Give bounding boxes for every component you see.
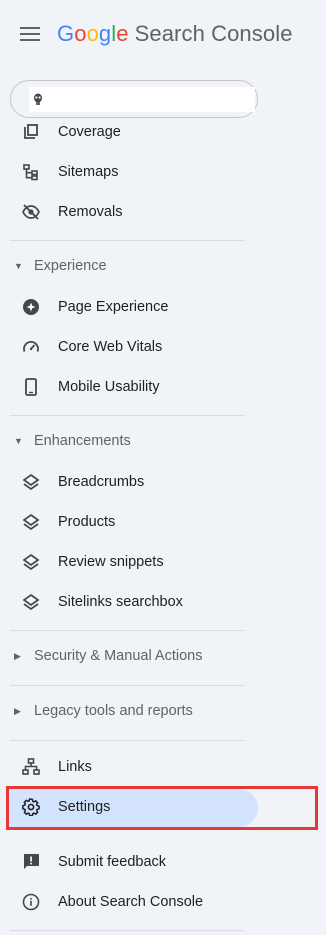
smartphone-icon xyxy=(22,378,40,396)
nav-item-products[interactable]: Products xyxy=(0,502,326,542)
nav-item-label: Coverage xyxy=(58,124,121,140)
app-logo[interactable]: Google Search Console xyxy=(57,21,293,47)
property-name-field xyxy=(29,87,255,112)
section-label: Security & Manual Actions xyxy=(34,648,203,664)
section-label: Enhancements xyxy=(34,433,131,449)
nav-divider xyxy=(10,240,245,241)
nav-item-about[interactable]: About Search Console xyxy=(0,882,326,922)
nav-divider xyxy=(10,930,245,931)
nav-item-breadcrumbs[interactable]: Breadcrumbs xyxy=(0,462,326,502)
nav-item-links[interactable]: Links xyxy=(0,747,326,787)
nav-item-core-web-vitals[interactable]: Core Web Vitals xyxy=(0,327,326,367)
nav-item-label: Settings xyxy=(58,799,111,815)
nav-item-settings[interactable]: Settings xyxy=(0,787,326,827)
nav-item-page-experience[interactable]: Page Experience xyxy=(0,287,326,327)
layers-icon xyxy=(22,593,40,611)
layers-icon xyxy=(22,553,40,571)
nav-item-label: Breadcrumbs xyxy=(58,474,145,490)
sitemaps-icon xyxy=(22,163,40,181)
section-label: Experience xyxy=(34,258,107,274)
info-icon xyxy=(22,893,40,911)
section-experience[interactable]: ▼ Experience xyxy=(0,249,326,285)
nav-item-label: About Search Console xyxy=(58,894,204,910)
nav-item-removals[interactable]: Removals xyxy=(0,192,326,232)
site-favicon-icon xyxy=(34,93,42,105)
app-header: Google Search Console xyxy=(0,0,326,70)
nav-item-sitemaps[interactable]: Sitemaps xyxy=(0,152,326,192)
brand-letter: g xyxy=(98,21,112,46)
product-name: Search Console xyxy=(134,21,293,46)
speedometer-icon xyxy=(22,338,40,356)
nav-item-label: Submit feedback xyxy=(58,854,167,870)
coverage-icon xyxy=(22,123,40,141)
brand-letter: e xyxy=(116,21,129,46)
nav-item-label: Removals xyxy=(58,204,123,220)
caret-right-icon: ▶ xyxy=(14,651,21,661)
nav-item-review-snippets[interactable]: Review snippets xyxy=(0,542,326,582)
section-label: Legacy tools and reports xyxy=(34,703,193,719)
section-enhancements[interactable]: ▼ Enhancements xyxy=(0,424,326,460)
brand-letter: o xyxy=(86,21,99,46)
nav-item-label: Links xyxy=(58,759,92,775)
nav-item-label: Sitemaps xyxy=(58,164,119,180)
section-security[interactable]: ▶ Security & Manual Actions xyxy=(0,639,326,675)
nav-divider xyxy=(10,630,245,631)
feedback-icon xyxy=(22,853,40,871)
caret-down-icon: ▼ xyxy=(14,436,23,446)
menu-icon[interactable] xyxy=(20,26,40,42)
layers-icon xyxy=(22,473,40,491)
links-icon xyxy=(22,758,40,776)
nav-item-label: Core Web Vitals xyxy=(58,339,163,355)
nav-item-mobile-usability[interactable]: Mobile Usability xyxy=(0,367,326,407)
nav-item-label: Mobile Usability xyxy=(58,379,160,395)
caret-right-icon: ▶ xyxy=(14,706,21,716)
property-selector-front[interactable] xyxy=(10,80,258,118)
layers-icon xyxy=(22,513,40,531)
nav-item-label: Review snippets xyxy=(58,554,164,570)
nav-item-submit-feedback[interactable]: Submit feedback xyxy=(0,842,326,882)
nav-item-label: Page Experience xyxy=(58,299,169,315)
removals-icon xyxy=(22,203,40,221)
nav-divider xyxy=(10,415,245,416)
brand-letter: o xyxy=(74,21,87,46)
nav-item-sitelinks-searchbox[interactable]: Sitelinks searchbox xyxy=(0,582,326,622)
page-experience-icon xyxy=(22,298,40,316)
brand-letter: G xyxy=(57,21,75,46)
caret-down-icon: ▼ xyxy=(14,261,23,271)
nav-divider xyxy=(10,685,245,686)
nav-divider xyxy=(10,740,245,741)
nav-item-label: Sitelinks searchbox xyxy=(58,594,183,610)
section-legacy[interactable]: ▶ Legacy tools and reports xyxy=(0,694,326,730)
nav-item-label: Products xyxy=(58,514,116,530)
gear-icon xyxy=(22,798,40,816)
